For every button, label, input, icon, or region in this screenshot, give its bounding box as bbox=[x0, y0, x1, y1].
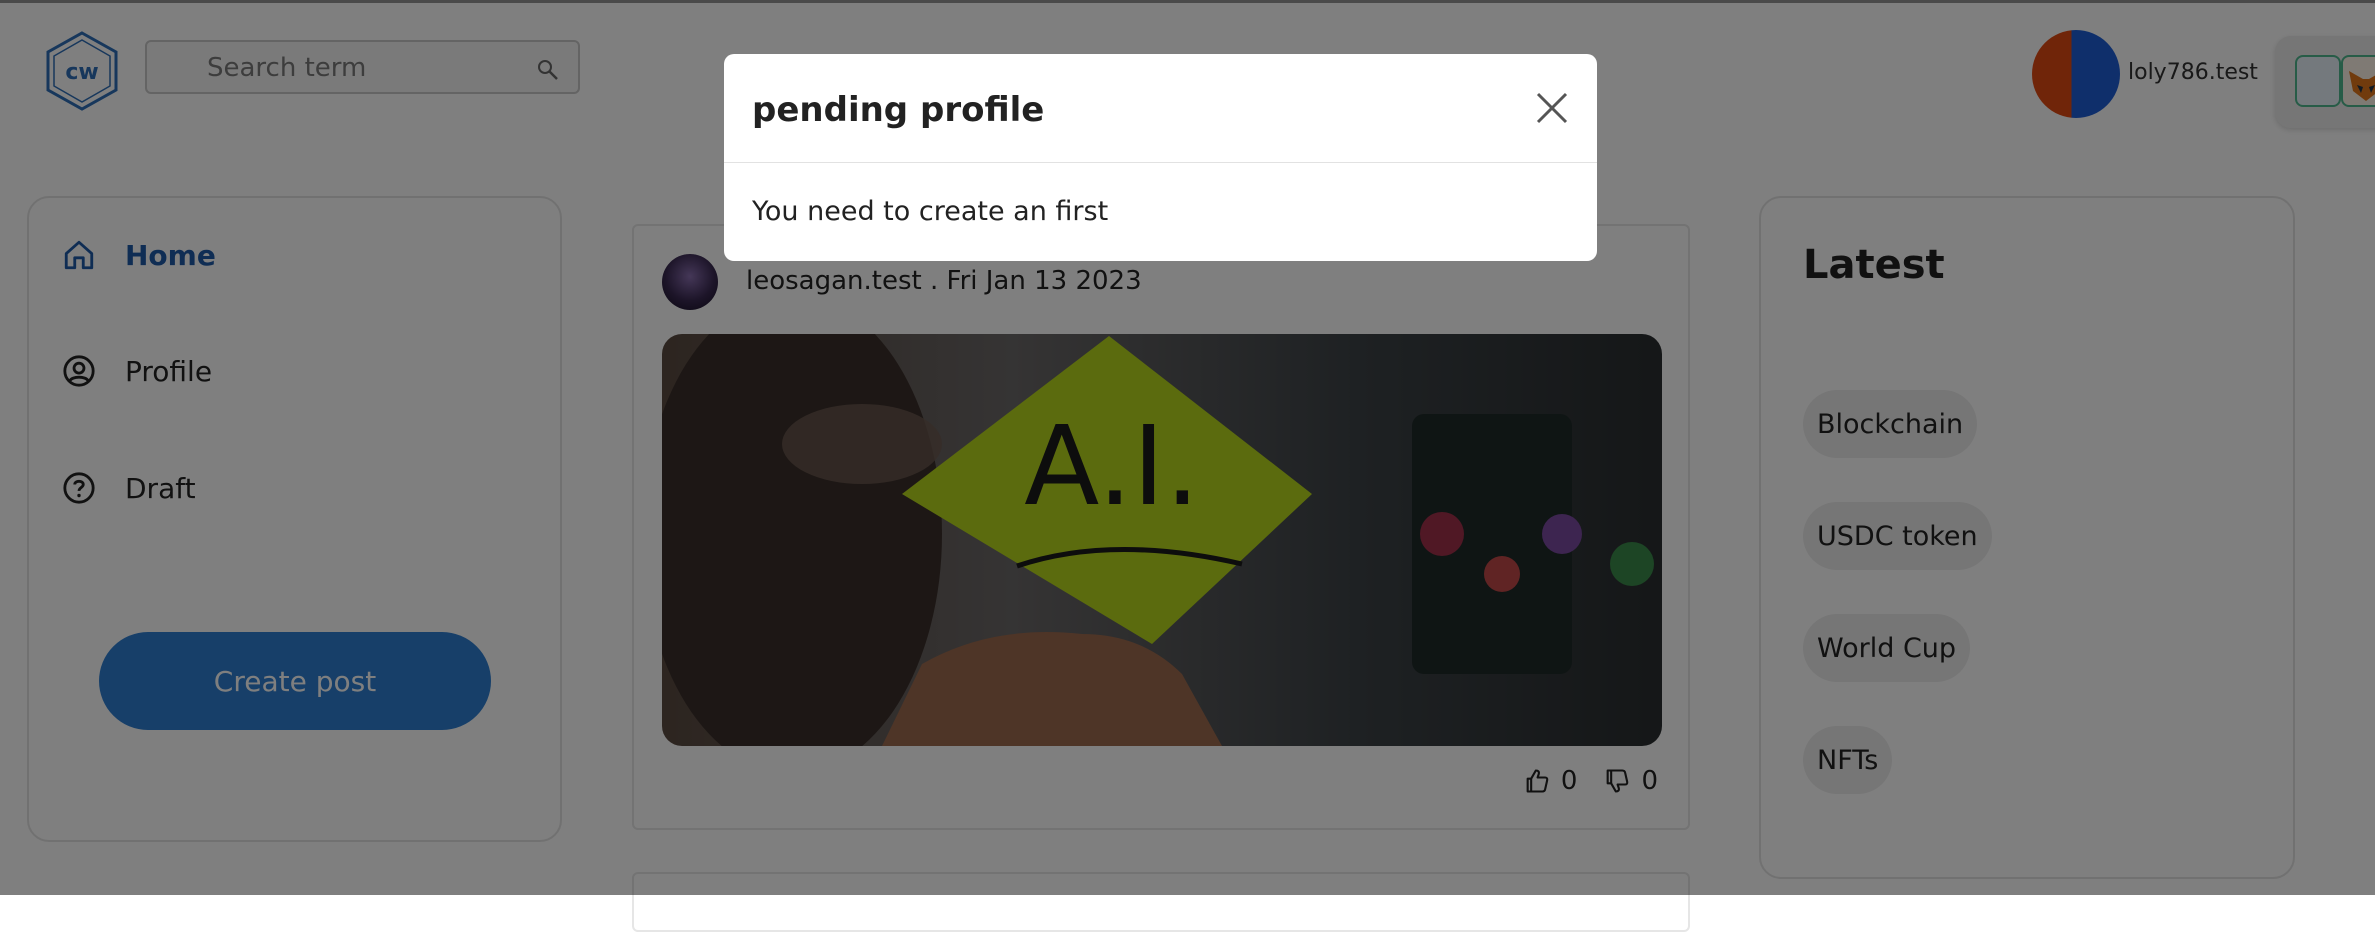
modal-divider bbox=[724, 162, 1597, 163]
pending-profile-modal: pending profile You need to create an fi… bbox=[724, 54, 1597, 261]
close-button[interactable] bbox=[1534, 90, 1570, 126]
modal-body: You need to create an first bbox=[752, 196, 1109, 227]
close-icon[interactable] bbox=[1534, 90, 1570, 126]
modal-title: pending profile bbox=[752, 90, 1045, 130]
